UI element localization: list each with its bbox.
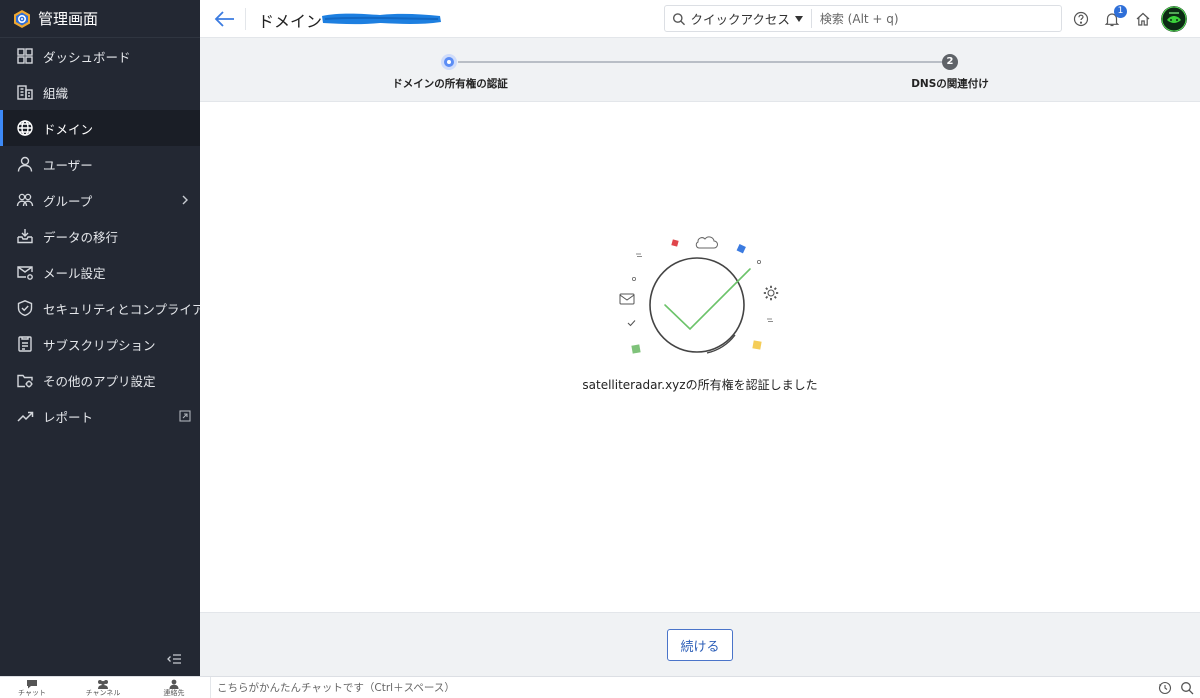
gear-icon (763, 285, 779, 301)
app-settings-icon (17, 374, 33, 388)
sidebar-item-groups[interactable]: グループ (0, 182, 200, 218)
avatar[interactable] (1161, 6, 1187, 32)
action-bar: 続ける (200, 612, 1200, 676)
app-title: 管理画面 (38, 10, 99, 28)
step-1-label: ドメインの所有権の認証 (392, 78, 508, 90)
step-2-label: DNSの関連付け (911, 78, 989, 90)
chat-tab[interactable]: チャット (12, 679, 52, 697)
search-icon[interactable] (1180, 681, 1194, 695)
help-icon[interactable] (1073, 11, 1089, 27)
chat-tab-label: チャット (18, 689, 46, 697)
sidebar-item-subscription[interactable]: サブスクリプション (0, 326, 200, 362)
cloud-icon (695, 236, 718, 249)
subscription-icon (18, 336, 32, 352)
chat-icon (27, 680, 37, 689)
step-1-indicator (441, 54, 457, 70)
sidebar-item-label: メール設定 (43, 265, 106, 281)
mail-settings-icon (17, 266, 33, 280)
step-2-indicator: 2 (942, 54, 958, 70)
channel-tab-label: チャンネル (85, 689, 121, 697)
group-icon (16, 193, 34, 207)
notification-badge: 1 (1114, 5, 1127, 18)
sidebar: 管理画面 ダッシュボード 組織 ドメイン ユーザー グループ データの移行 メー… (0, 0, 200, 676)
sidebar-item-label: ダッシュボード (43, 49, 131, 65)
contacts-tab-label: 連絡先 (163, 689, 185, 697)
main-content: satelliteradar.xyzの所有権を認証しました (200, 102, 1200, 612)
confetti-yellow (752, 340, 762, 350)
dashboard-icon (17, 48, 33, 64)
header-divider (245, 8, 246, 30)
channel-icon (98, 680, 108, 689)
quick-access-label: クイックアクセス (690, 12, 790, 27)
sidebar-item-organization[interactable]: 組織 (0, 74, 200, 110)
success-check-icon (664, 268, 751, 331)
globe-icon (17, 120, 33, 136)
home-icon[interactable] (1135, 11, 1151, 27)
back-arrow-icon[interactable] (214, 9, 236, 29)
confetti-blue (736, 244, 746, 254)
success-message: satelliteradar.xyzの所有権を認証しました (582, 378, 818, 392)
sidebar-item-label: ドメイン (43, 121, 94, 137)
sidebar-item-security[interactable]: セキュリティとコンプライアンス (0, 290, 200, 326)
progress-stepper: 2 ドメインの所有権の認証 DNSの関連付け (200, 38, 1200, 102)
search-icon (672, 12, 686, 25)
sidebar-item-mail-settings[interactable]: メール設定 (0, 254, 200, 290)
trend-icon (17, 411, 34, 422)
small-check-icon (627, 320, 636, 327)
contact-icon (169, 679, 179, 689)
external-link-icon (179, 410, 191, 422)
collapse-sidebar-icon[interactable] (166, 652, 182, 666)
confetti-red (671, 239, 679, 247)
sidebar-item-reports[interactable]: レポート (0, 398, 200, 434)
quick-chat-input[interactable] (210, 677, 1150, 698)
contacts-tab[interactable]: 連絡先 (154, 679, 194, 697)
chat-bar: チャット チャンネル 連絡先 (0, 676, 1200, 698)
inbox-download-icon (17, 229, 33, 244)
brand: 管理画面 (0, 0, 200, 38)
user-icon (17, 156, 33, 172)
building-icon (17, 85, 33, 100)
channel-tab[interactable]: チャンネル (83, 679, 123, 697)
verification-success-illustration (619, 236, 779, 354)
sidebar-item-users[interactable]: ユーザー (0, 146, 200, 182)
sidebar-item-label: その他のアプリ設定 (43, 373, 156, 389)
top-header: ドメイン - クイックアクセス 1 (200, 0, 1200, 38)
search-bar: クイックアクセス (664, 5, 1062, 32)
sidebar-nav: ダッシュボード 組織 ドメイン ユーザー グループ データの移行 メール設定 セ… (0, 38, 200, 434)
sidebar-item-label: グループ (43, 193, 93, 209)
envelope-icon (619, 293, 635, 305)
continue-button[interactable]: 続ける (667, 629, 733, 661)
sidebar-item-label: サブスクリプション (43, 337, 156, 353)
quick-access-dropdown[interactable]: クイックアクセス (691, 9, 803, 28)
sidebar-item-label: 組織 (43, 85, 69, 101)
sidebar-item-other-app-settings[interactable]: その他のアプリ設定 (0, 362, 200, 398)
caret-down-icon (794, 15, 803, 22)
sidebar-item-label: ユーザー (43, 157, 93, 173)
shield-icon (17, 300, 33, 317)
chevron-right-icon (182, 195, 188, 205)
step-connector (458, 61, 942, 63)
sidebar-item-dashboard[interactable]: ダッシュボード (0, 38, 200, 74)
search-input[interactable] (819, 11, 1061, 26)
sidebar-item-label: レポート (43, 409, 94, 425)
admin-logo-icon (14, 9, 30, 28)
search-divider (810, 9, 812, 28)
sidebar-item-data-migration[interactable]: データの移行 (0, 218, 200, 254)
sidebar-item-label: データの移行 (43, 229, 119, 245)
history-icon[interactable] (1158, 681, 1172, 695)
redaction-mark (322, 13, 441, 25)
check-circle (649, 257, 745, 353)
sidebar-item-domains[interactable]: ドメイン (0, 110, 200, 146)
confetti-green (631, 344, 641, 354)
sidebar-item-label: セキュリティとコンプライアンス (43, 301, 200, 317)
